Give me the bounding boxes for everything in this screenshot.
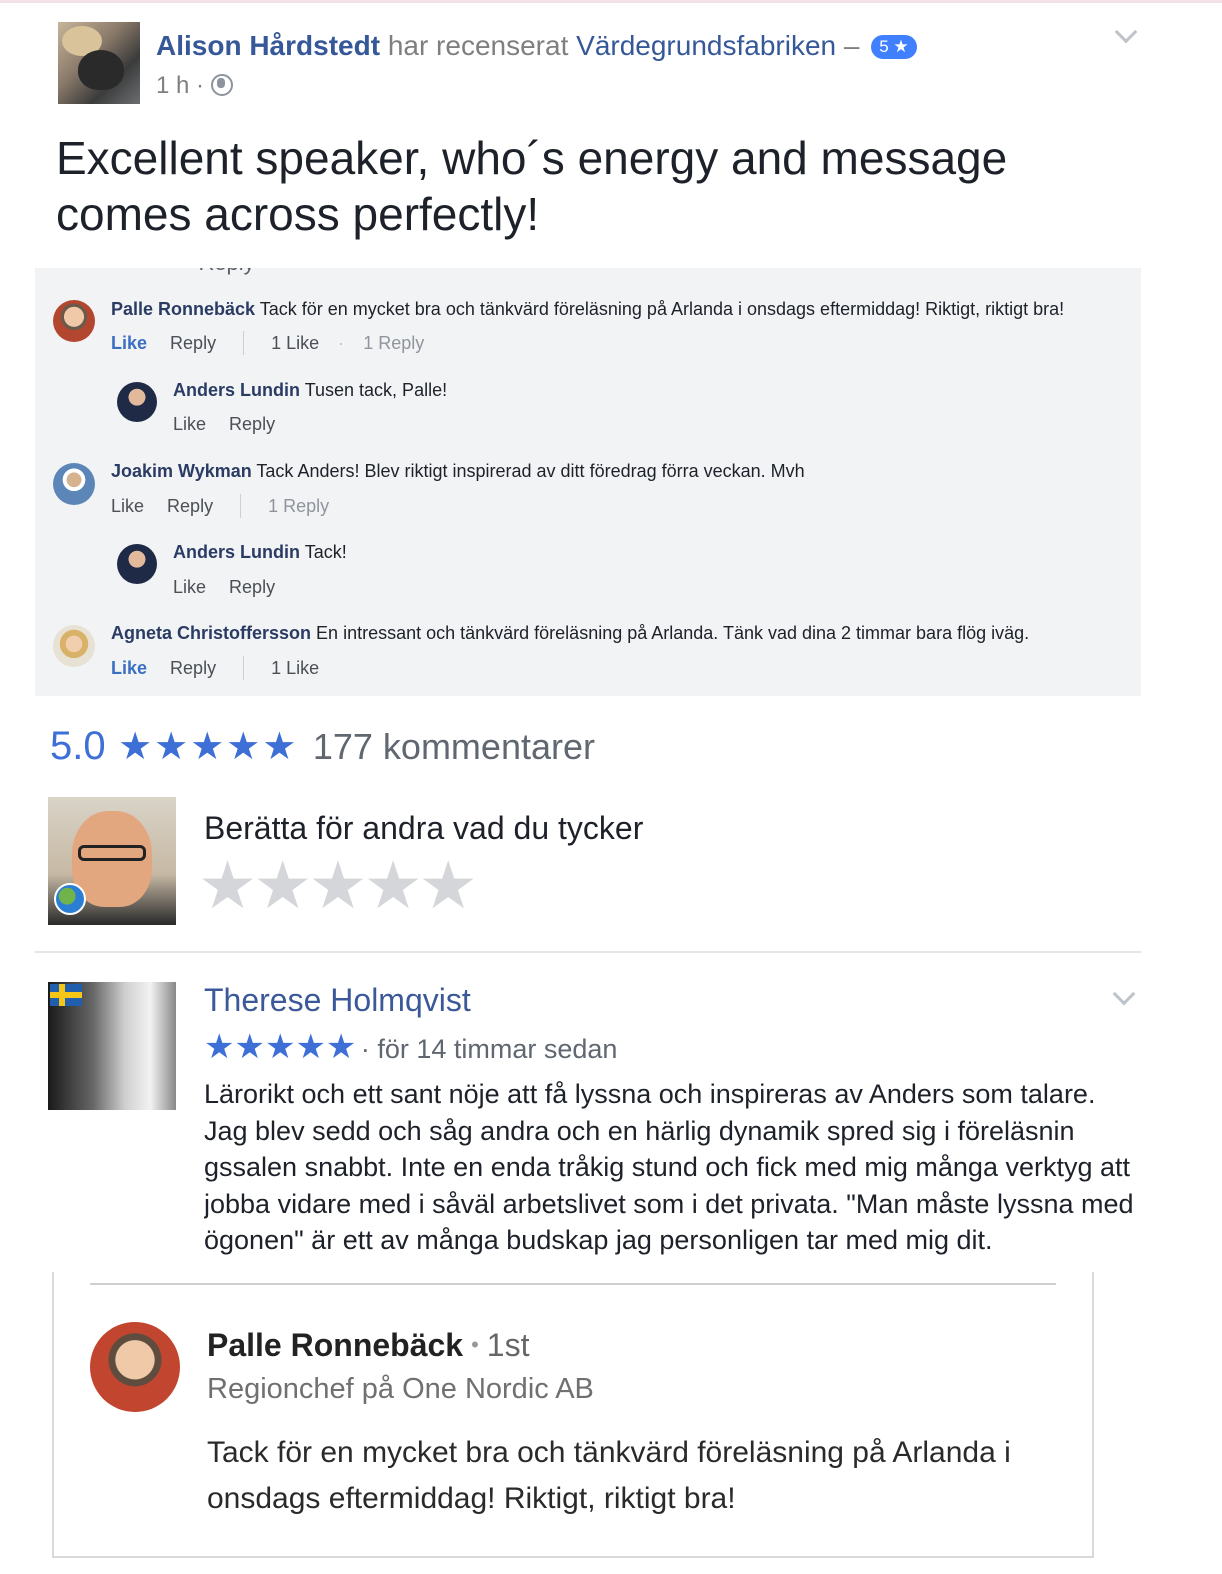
profile-headline: Regionchef på One Nordic AB: [207, 1373, 594, 1405]
commenter-avatar[interactable]: [53, 463, 95, 505]
current-user-avatar[interactable]: [48, 797, 176, 925]
swedish-flag-icon: [50, 984, 82, 1006]
comment: Palle Ronnebäck Tack för en mycket bra o…: [111, 297, 1064, 321]
reply-comment: Anders Lundin Tack!: [173, 540, 347, 564]
star-rating-input[interactable]: ★★★★★: [198, 848, 478, 922]
avatar-dog: [78, 50, 124, 90]
commenter-name[interactable]: Palle Ronnebäck: [111, 299, 255, 319]
review-verb: har recenserat: [387, 30, 569, 61]
profile-name-link[interactable]: Palle Ronnebäck: [207, 1327, 463, 1363]
commenter-avatar[interactable]: [53, 300, 95, 342]
cutoff-comment-actions: · Reply: [185, 268, 255, 276]
review-meta: 1 h ·: [156, 70, 233, 102]
like-button[interactable]: Like: [173, 577, 206, 597]
write-review-prompt: Berätta för andra vad du tycker: [204, 810, 644, 846]
section-divider: [35, 951, 1141, 953]
commenter-avatar[interactable]: [117, 544, 157, 584]
commenter-avatar[interactable]: [53, 625, 95, 667]
globe-badge-icon: [54, 883, 86, 915]
like-button[interactable]: Like: [111, 658, 147, 678]
top-border: [0, 0, 1222, 3]
reply-comment: Anders Lundin Tusen tack, Palle!: [173, 378, 447, 402]
reply-button[interactable]: Reply: [170, 658, 216, 678]
review-stars-icon: ★★★★★: [204, 1028, 357, 1066]
rating-badge: 5 ★: [871, 35, 917, 59]
reviewer-name-link[interactable]: Alison Hårdstedt: [156, 30, 380, 61]
actions-divider: [243, 656, 245, 680]
like-count[interactable]: 1 Like: [271, 333, 319, 353]
comment-actions: Like Reply 1 Like: [111, 656, 319, 680]
comment-actions: Like Reply: [173, 575, 293, 599]
comment-text: Tack!: [304, 542, 347, 562]
actions-divider: [243, 331, 245, 355]
reply-count[interactable]: 1 Reply: [268, 496, 329, 516]
like-button[interactable]: Like: [111, 333, 147, 353]
chevron-down-icon[interactable]: [1114, 20, 1138, 44]
reply-count[interactable]: 1 Reply: [363, 333, 424, 353]
review-timestamp[interactable]: · för 14 timmar sedan: [361, 1034, 618, 1064]
comment-text: En intressant och tänkvärd föreläsning p…: [316, 623, 1030, 643]
comment-actions: Like Reply 1 Reply: [111, 494, 329, 518]
public-globe-icon: [210, 74, 233, 96]
comment: Agneta Christoffersson En intressant och…: [111, 621, 1029, 645]
comment-text: Tack Anders! Blev riktigt inspirerad av …: [256, 461, 805, 481]
comments-panel: · Reply Palle Ronnebäck Tack för en myck…: [35, 268, 1141, 696]
commenter-name[interactable]: Agneta Christoffersson: [111, 623, 311, 643]
review-text: Excellent speaker, who´s energy and mess…: [56, 132, 1008, 240]
chevron-down-icon[interactable]: [1112, 982, 1136, 1006]
reply-button[interactable]: Reply: [170, 333, 216, 353]
rating-stars-icon: ★★★★★: [118, 726, 299, 768]
review-text: Lärorikt och ett sant nöje att få lyssna…: [204, 1079, 1134, 1255]
profile-avatar[interactable]: [90, 1322, 180, 1412]
reply-button[interactable]: Reply: [167, 496, 213, 516]
actions-divider: [240, 494, 242, 518]
comment: Joakim Wykman Tack Anders! Blev riktigt …: [111, 459, 805, 483]
card-divider: [90, 1283, 1056, 1285]
commenter-name[interactable]: Joakim Wykman: [111, 461, 252, 481]
review-count-link[interactable]: 177 kommentarer: [313, 726, 595, 767]
like-count[interactable]: 1 Like: [271, 658, 319, 678]
comment-text: Tusen tack, Palle!: [304, 380, 448, 400]
review-timestamp[interactable]: 1 h ·: [156, 72, 204, 99]
reviewer-avatar[interactable]: [58, 22, 140, 104]
connection-degree: 1st: [486, 1327, 530, 1363]
commenter-name[interactable]: Anders Lundin: [173, 542, 300, 562]
reply-button[interactable]: Reply: [229, 577, 275, 597]
commenter-name[interactable]: Anders Lundin: [173, 380, 300, 400]
review-header: Alison Hårdstedt har recenserat Värdegru…: [156, 28, 917, 64]
profile-name-line: Palle Ronnebäck • 1st: [207, 1325, 529, 1365]
rating-summary: 5.0 ★★★★★ 177 kommentarer: [50, 722, 595, 779]
degree-bullet: •: [471, 1332, 479, 1357]
header-dash: –: [843, 30, 860, 61]
comment-actions: Like Reply 1 Like · 1 Reply: [111, 331, 424, 355]
rating-score: 5.0: [50, 724, 106, 768]
reply-button[interactable]: Reply: [229, 414, 275, 434]
reviewer-avatar[interactable]: [48, 982, 176, 1110]
avatar-glasses: [78, 845, 146, 861]
comment-text: Tack för en mycket bra och tänkvärd före…: [259, 299, 1065, 319]
page-name-link[interactable]: Värdegrundsfabriken: [576, 30, 836, 61]
recommendation-text: Tack för en mycket bra och tänkvärd före…: [207, 1436, 1011, 1515]
review-meta: ★★★★★ · för 14 timmar sedan: [204, 1027, 617, 1074]
like-button[interactable]: Like: [173, 414, 206, 434]
like-button[interactable]: Like: [111, 496, 144, 516]
commenter-avatar[interactable]: [117, 382, 157, 422]
comment-actions: Like Reply: [173, 412, 293, 436]
separator-dot: ·: [338, 333, 345, 353]
reviewer-name-link[interactable]: Therese Holmqvist: [204, 980, 471, 1020]
